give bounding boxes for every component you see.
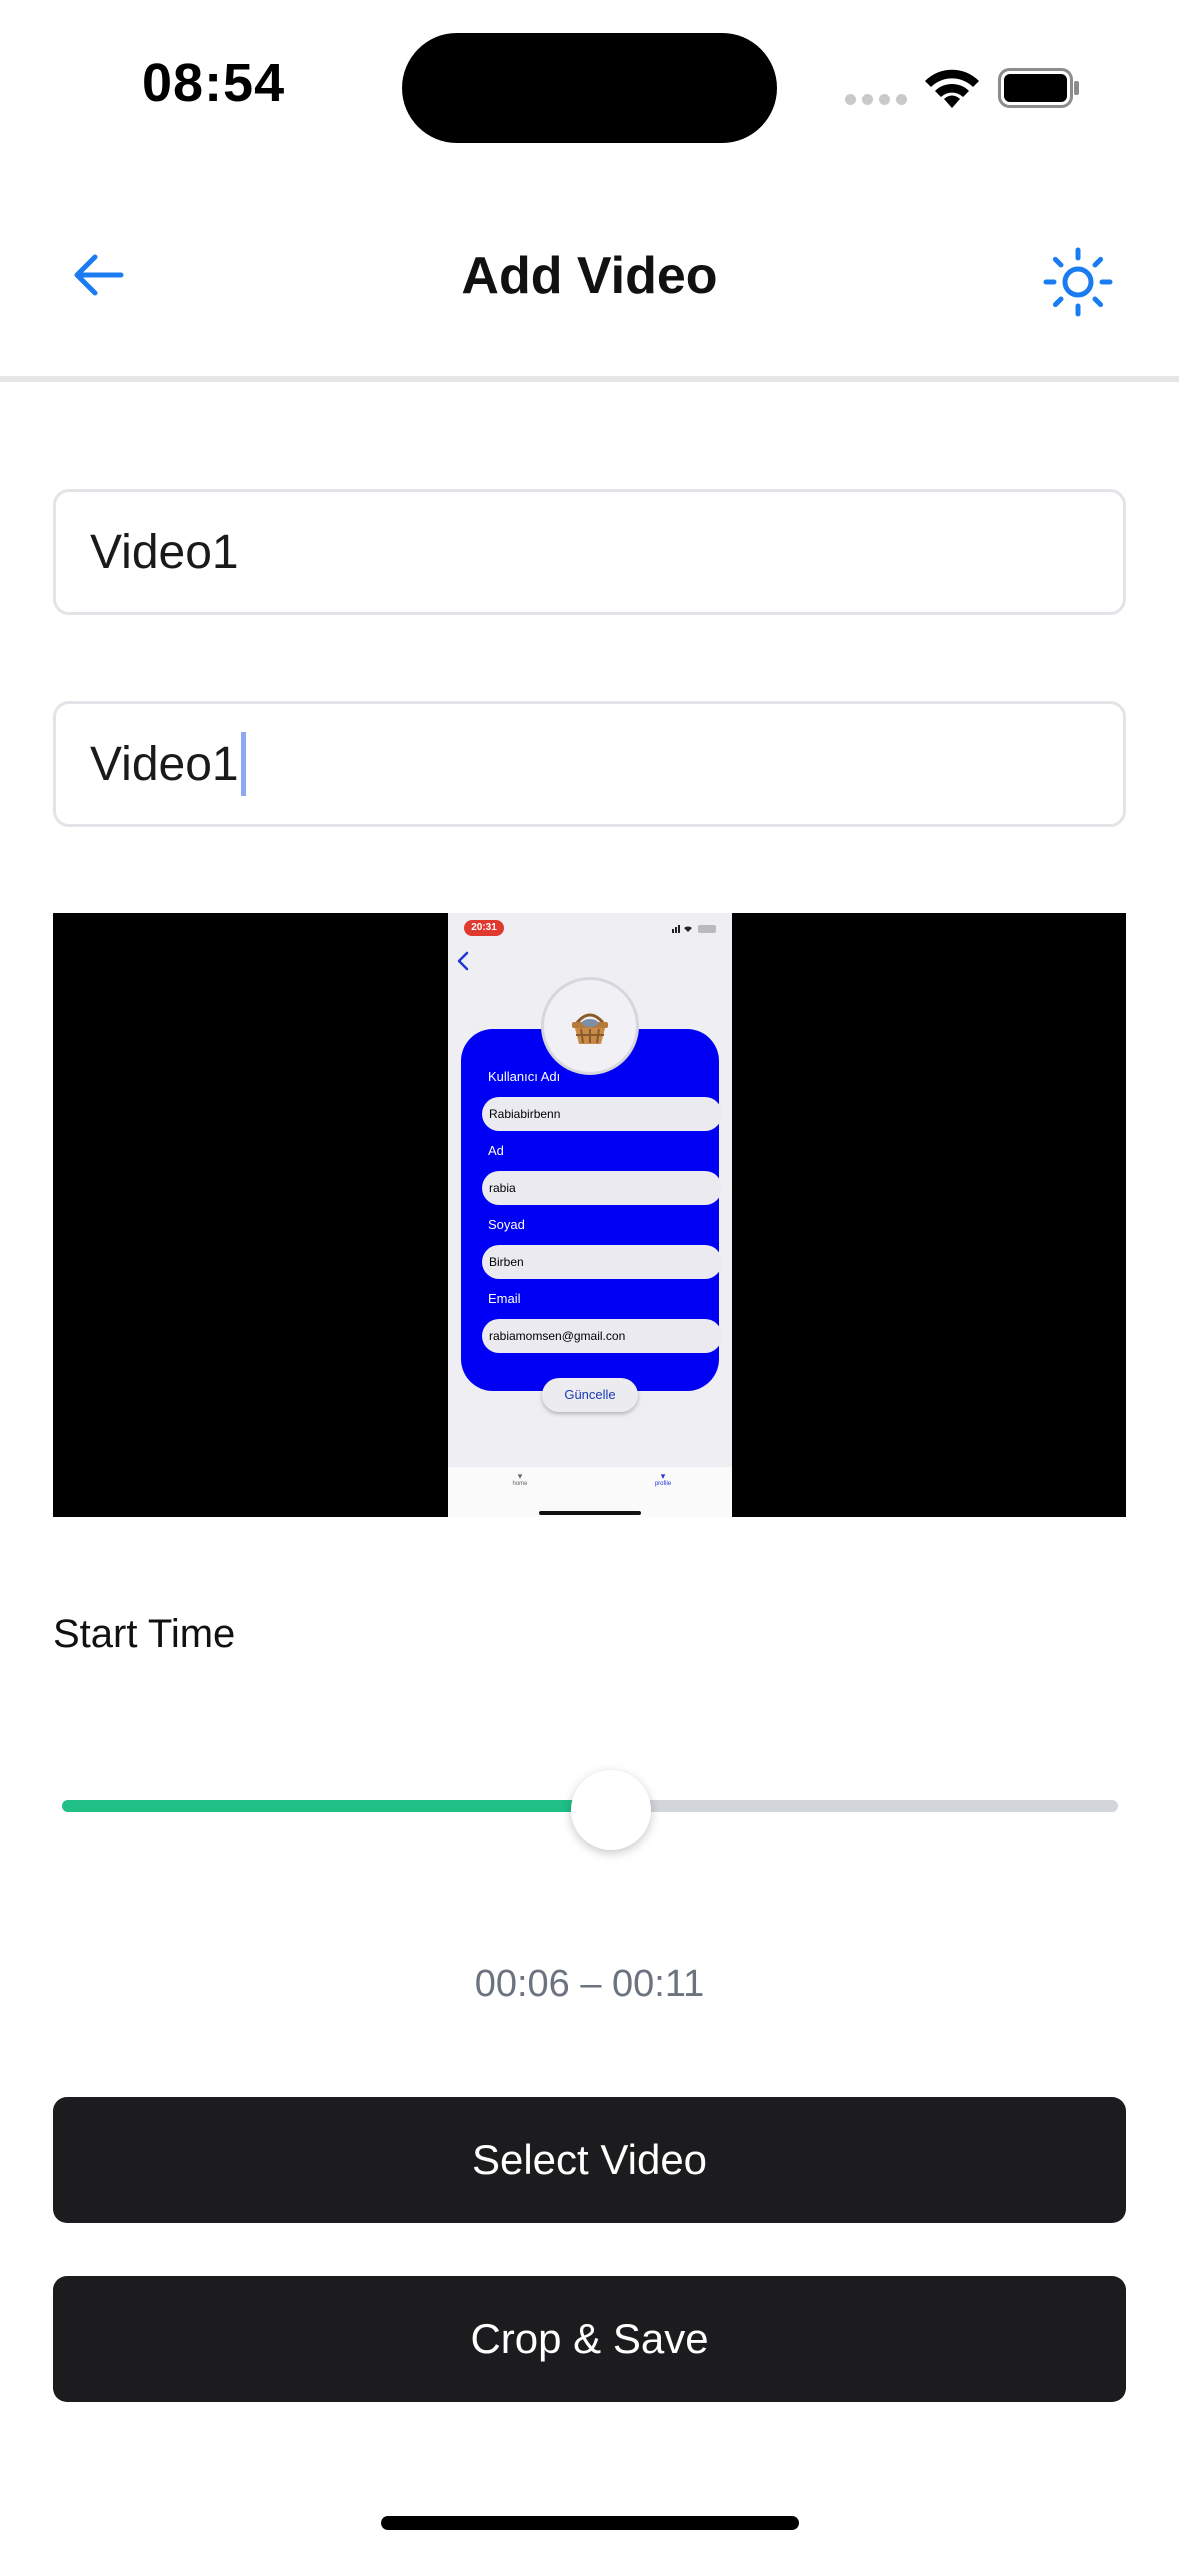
crop-save-button[interactable]: Crop & Save: [53, 2276, 1126, 2402]
video-title-value: Video1: [90, 525, 239, 579]
preview-status-time: 20:31: [464, 920, 504, 936]
preview-home-indicator: [539, 1511, 641, 1515]
home-indicator: [381, 2516, 799, 2530]
start-time-label: Start Time: [53, 1612, 236, 1656]
slider-thumb[interactable]: [571, 1770, 651, 1850]
video-frame: 20:31 Kullanıcı Adı Rabiabirbenn Ad rabi…: [448, 913, 732, 1517]
slider-fill: [62, 1800, 611, 1812]
header-divider: [0, 376, 1179, 382]
dynamic-island: [402, 33, 777, 143]
video-title-input[interactable]: Video1: [53, 489, 1126, 615]
time-range-text: 00:06 – 00:11: [474, 1963, 705, 2005]
preview-label: Ad: [488, 1143, 504, 1158]
preview-input: rabiamomsen@gmail.con: [482, 1319, 722, 1353]
preview-status-icons: [672, 925, 716, 933]
preview-label: Soyad: [488, 1217, 525, 1232]
preview-tab-home: ▾ home: [490, 1471, 550, 1487]
video-description-value: Video1: [90, 737, 239, 791]
preview-tab-profile: ▾ profile: [633, 1471, 693, 1487]
video-description-input[interactable]: Video1: [53, 701, 1126, 827]
preview-input: rabia: [482, 1171, 722, 1205]
preview-input: Rabiabirbenn: [482, 1097, 722, 1131]
status-time: 08:54: [142, 53, 286, 113]
preview-input: Birben: [482, 1245, 722, 1279]
text-caret: [240, 732, 246, 796]
preview-label: Kullanıcı Adı: [488, 1069, 561, 1084]
triangle-icon: ▾: [660, 1471, 666, 1481]
video-preview[interactable]: 20:31 Kullanıcı Adı Rabiabirbenn Ad rabi…: [53, 913, 1126, 1517]
preview-tab-bar: ▾ home ▾ profile: [448, 1467, 732, 1517]
preview-tab-label: profile: [654, 1481, 672, 1487]
page-title: Add Video: [461, 247, 718, 305]
preview-avatar: [541, 977, 639, 1075]
sun-icon: [1043, 247, 1113, 317]
select-video-button[interactable]: Select Video: [53, 2097, 1126, 2223]
theme-toggle-button[interactable]: [1040, 244, 1116, 320]
preview-tab-label: home: [512, 1481, 528, 1487]
preview-back-icon: [457, 951, 469, 971]
cellular-signal-icon: [845, 94, 907, 105]
preview-update-button: Güncelle: [542, 1378, 638, 1412]
wifi-icon: [925, 69, 979, 108]
basket-icon: [572, 1013, 608, 1044]
triangle-icon: ▾: [517, 1471, 523, 1481]
start-time-slider[interactable]: [62, 1770, 1118, 1850]
preview-profile-card: Kullanıcı Adı Rabiabirbenn Ad rabia Soya…: [461, 1029, 722, 1391]
battery-icon: [998, 68, 1079, 108]
preview-label: Email: [488, 1291, 521, 1306]
